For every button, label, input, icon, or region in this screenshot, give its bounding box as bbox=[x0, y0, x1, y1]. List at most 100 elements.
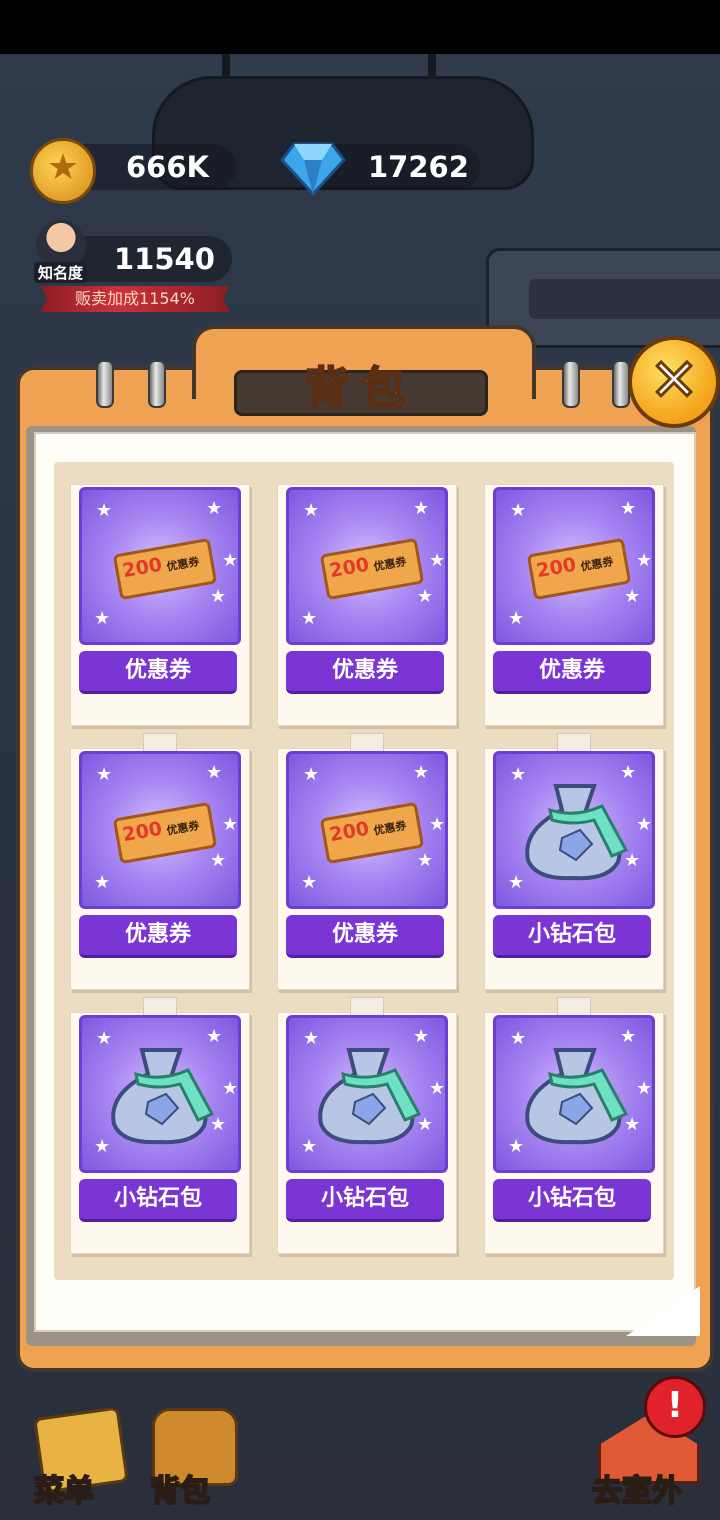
alert-badge-icon: ! bbox=[644, 1376, 706, 1438]
item-label-bar: 小钻石包 bbox=[79, 1179, 237, 1222]
go-outside-label: 去室外 bbox=[591, 1473, 683, 1510]
item-icon-tile: ★ ★ ★ ★ ★ 200 优惠券 bbox=[493, 487, 655, 645]
close-button[interactable]: ✕ bbox=[628, 336, 720, 428]
sparkle-star-icon: ★ bbox=[210, 586, 227, 607]
item-card[interactable]: ★ ★ ★ ★ ★ 200 优惠券 优惠券 bbox=[277, 484, 457, 726]
fame-value: 11540 bbox=[114, 242, 215, 276]
sparkle-star-icon: ★ bbox=[636, 814, 653, 835]
coin-icon: ★ bbox=[30, 138, 96, 204]
coupon-value: 200 bbox=[120, 817, 164, 847]
item-icon-tile: ★ ★ ★ ★ ★ bbox=[493, 751, 655, 909]
sparkle-star-icon: ★ bbox=[429, 550, 446, 571]
sparkle-star-icon: ★ bbox=[510, 500, 527, 521]
item-icon-tile: ★ ★ ★ ★ ★ 200 优惠券 bbox=[286, 751, 448, 909]
item-name: 优惠券 bbox=[331, 922, 398, 947]
sparkle-star-icon: ★ bbox=[636, 550, 653, 571]
coupon-icon: 200 优惠券 bbox=[112, 801, 218, 865]
sparkle-star-icon: ★ bbox=[508, 608, 525, 629]
binder-ring bbox=[562, 360, 580, 408]
sparkle-star-icon: ★ bbox=[210, 850, 227, 871]
item-card[interactable]: ★ ★ ★ ★ ★ 小钻石包 bbox=[484, 733, 664, 990]
item-card[interactable]: ★ ★ ★ ★ ★ 小钻石包 bbox=[484, 997, 664, 1254]
binder-ring bbox=[148, 360, 166, 408]
item-card[interactable]: ★ ★ ★ ★ ★ 小钻石包 bbox=[277, 997, 457, 1254]
item-name: 小钻石包 bbox=[527, 922, 616, 947]
item-name: 优惠券 bbox=[124, 922, 191, 947]
status-bar bbox=[0, 0, 720, 54]
diamond-bag-icon bbox=[525, 784, 629, 881]
sparkle-star-icon: ★ bbox=[222, 814, 239, 835]
sparkle-star-icon: ★ bbox=[429, 1078, 446, 1099]
panel-title: 背包 bbox=[304, 362, 417, 415]
binder-ring bbox=[96, 360, 114, 408]
item-icon-tile: ★ ★ ★ ★ ★ 200 优惠券 bbox=[79, 751, 241, 909]
item-card[interactable]: ★ ★ ★ ★ ★ 200 优惠券 优惠券 bbox=[70, 484, 250, 726]
fame-label: 知名度 bbox=[34, 262, 88, 283]
item-name: 优惠券 bbox=[124, 658, 191, 683]
sparkle-star-icon: ★ bbox=[301, 608, 318, 629]
gem-amount: 17262 bbox=[368, 150, 469, 184]
sparkle-star-icon: ★ bbox=[636, 1078, 653, 1099]
item-name: 小钻石包 bbox=[320, 1186, 409, 1211]
coupon-text: 优惠券 bbox=[579, 555, 615, 574]
sparkle-star-icon: ★ bbox=[94, 872, 111, 893]
coupon-value: 200 bbox=[120, 553, 164, 583]
coupon-icon: 200 优惠券 bbox=[526, 537, 632, 601]
item-label-bar: 优惠券 bbox=[286, 651, 444, 694]
sparkle-star-icon: ★ bbox=[96, 500, 113, 521]
sparkle-star-icon: ★ bbox=[301, 872, 318, 893]
coupon-icon: 200 优惠券 bbox=[319, 537, 425, 601]
sparkle-star-icon: ★ bbox=[620, 498, 637, 519]
item-label-bar: 小钻石包 bbox=[286, 1179, 444, 1222]
sparkle-star-icon: ★ bbox=[206, 762, 223, 783]
coupon-text: 优惠券 bbox=[165, 555, 201, 574]
sparkle-star-icon: ★ bbox=[429, 814, 446, 835]
sparkle-star-icon: ★ bbox=[303, 764, 320, 785]
sparkle-star-icon: ★ bbox=[222, 1078, 239, 1099]
item-label-bar: 优惠券 bbox=[286, 915, 444, 958]
sparkle-star-icon: ★ bbox=[94, 608, 111, 629]
sparkle-star-icon: ★ bbox=[417, 586, 434, 607]
coin-amount: 666K bbox=[126, 150, 210, 184]
item-card[interactable]: ★ ★ ★ ★ ★ 200 优惠券 优惠券 bbox=[277, 733, 457, 990]
item-label-bar: 小钻石包 bbox=[493, 1179, 651, 1222]
sparkle-star-icon: ★ bbox=[624, 586, 641, 607]
backpack-button[interactable]: 背包 bbox=[144, 1404, 244, 1512]
sparkle-star-icon: ★ bbox=[222, 550, 239, 571]
item-label-bar: 优惠券 bbox=[79, 915, 237, 958]
sparkle-star-icon: ★ bbox=[413, 498, 430, 519]
item-card[interactable]: ★ ★ ★ ★ ★ 200 优惠券 优惠券 bbox=[70, 733, 250, 990]
item-label-bar: 优惠券 bbox=[493, 651, 651, 694]
item-card[interactable]: ★ ★ ★ ★ ★ 200 优惠券 优惠券 bbox=[484, 484, 664, 726]
item-card[interactable]: ★ ★ ★ ★ ★ 小钻石包 bbox=[70, 997, 250, 1254]
item-icon-tile: ★ ★ ★ ★ ★ 200 优惠券 bbox=[286, 487, 448, 645]
diamond-bag-icon bbox=[318, 1048, 422, 1145]
menu-button[interactable]: 菜单 bbox=[24, 1406, 134, 1512]
backpack-label: 背包 bbox=[149, 1473, 211, 1510]
sparkle-star-icon: ★ bbox=[206, 498, 223, 519]
sales-bonus-text: 贩卖加成1154% bbox=[75, 289, 195, 308]
close-icon: ✕ bbox=[648, 345, 700, 416]
item-icon-tile: ★ ★ ★ ★ ★ bbox=[79, 1015, 241, 1173]
diamond-bag-icon bbox=[525, 1048, 629, 1145]
item-icon-tile: ★ ★ ★ ★ ★ bbox=[493, 1015, 655, 1173]
coupon-value: 200 bbox=[327, 817, 371, 847]
sparkle-star-icon: ★ bbox=[303, 500, 320, 521]
coupon-icon: 200 优惠券 bbox=[319, 801, 425, 865]
sparkle-star-icon: ★ bbox=[417, 850, 434, 871]
sparkle-star-icon: ★ bbox=[96, 764, 113, 785]
item-name: 小钻石包 bbox=[527, 1186, 616, 1211]
diamond-icon bbox=[280, 142, 346, 196]
item-name: 小钻石包 bbox=[113, 1186, 202, 1211]
item-label-bar: 小钻石包 bbox=[493, 915, 651, 958]
coupon-icon: 200 优惠券 bbox=[112, 537, 218, 601]
coupon-value: 200 bbox=[327, 553, 371, 583]
sparkle-star-icon: ★ bbox=[413, 762, 430, 783]
item-name: 优惠券 bbox=[331, 658, 398, 683]
coupon-value: 200 bbox=[534, 553, 578, 583]
item-icon-tile: ★ ★ ★ ★ ★ 200 优惠券 bbox=[79, 487, 241, 645]
item-icon-tile: ★ ★ ★ ★ ★ bbox=[286, 1015, 448, 1173]
diamond-bag-icon bbox=[111, 1048, 215, 1145]
item-name: 优惠券 bbox=[538, 658, 605, 683]
menu-label: 菜单 bbox=[33, 1473, 95, 1510]
